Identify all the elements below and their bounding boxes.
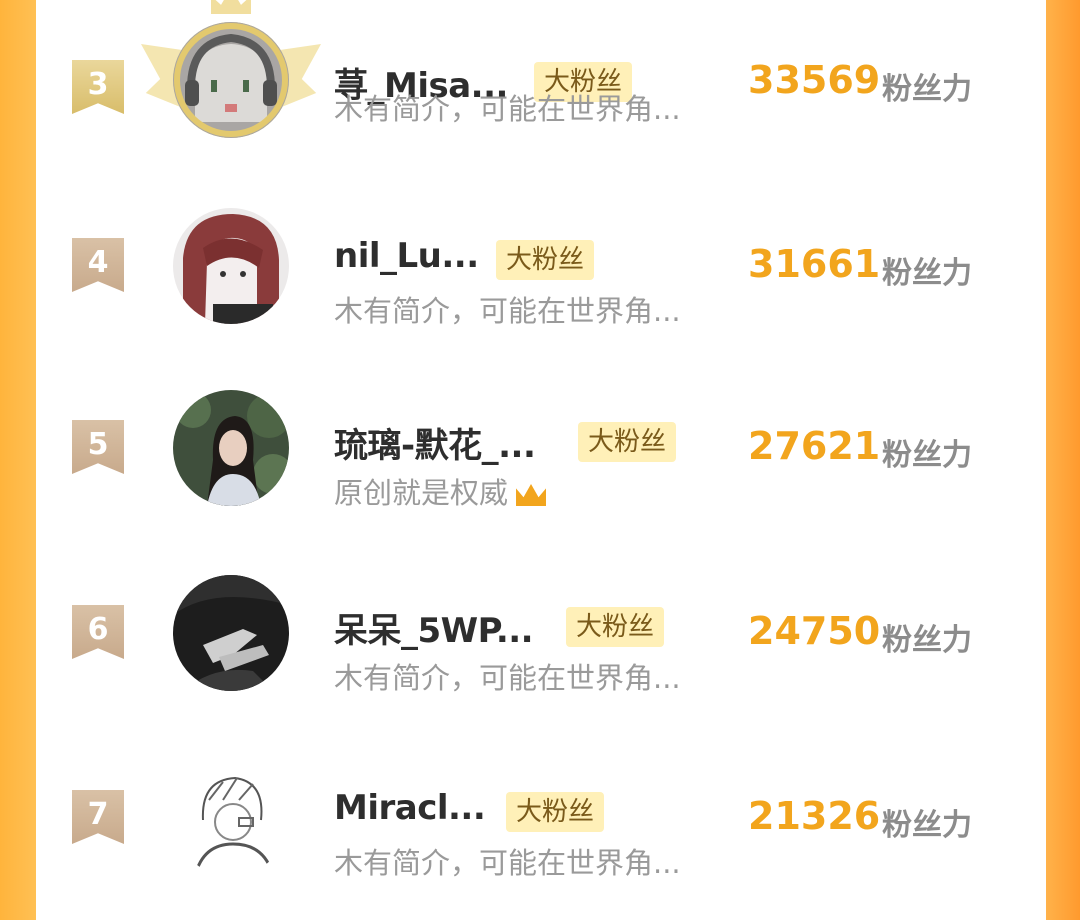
leaderboard-row[interactable]: 7 Miracl... 大粉丝 木有简介，可能在世界角... 21326 粉丝力 <box>36 760 1046 920</box>
crown-decoration-icon <box>211 0 251 14</box>
girl-forest-photo-avatar-icon <box>173 390 289 506</box>
user-bio: 原创就是权威 <box>334 476 509 510</box>
avatar <box>173 208 289 324</box>
fan-power-unit: 粉丝力 <box>882 438 972 473</box>
avatar-wrap[interactable] <box>173 760 289 876</box>
fan-power-unit: 粉丝力 <box>882 808 972 843</box>
user-bio: 木有简介，可能在世界角... <box>334 92 681 126</box>
leaderboard-row[interactable]: 6 呆呆_5WP... 大粉丝 木有简介，可能在世界角... 24750 粉丝力 <box>36 575 1046 735</box>
big-fan-badge: 大粉丝 <box>506 792 605 832</box>
rank-ribbon: 3 <box>72 60 124 114</box>
user-bio: 木有简介，可能在世界角... <box>334 294 681 328</box>
fan-power-score: 31661 <box>748 242 881 286</box>
rank-ribbon: 7 <box>72 790 124 844</box>
avatar-wrap[interactable] <box>173 575 289 691</box>
fan-power-unit: 粉丝力 <box>882 256 972 291</box>
user-bio-container: 原创就是权威 <box>334 470 547 512</box>
gray-cat-headphones-avatar-icon <box>173 22 289 138</box>
big-fan-badge: 大粉丝 <box>496 240 595 280</box>
fan-power-unit: 粉丝力 <box>882 72 972 107</box>
dark-hands-photo-avatar-icon <box>173 575 289 691</box>
rank-ribbon: 6 <box>72 605 124 659</box>
avatar <box>173 760 289 876</box>
user-name[interactable]: Miracl... <box>334 788 486 828</box>
crown-emoji-icon <box>516 484 547 506</box>
avatar <box>173 390 289 506</box>
rank-ribbon: 5 <box>72 420 124 474</box>
sketch-boy-avatar-icon <box>173 760 289 876</box>
big-fan-badge: 大粉丝 <box>578 422 677 462</box>
user-name[interactable]: 琉璃-默花_... <box>334 418 536 467</box>
avatar-wrap[interactable] <box>173 208 289 324</box>
leaderboard-row[interactable]: 5 琉璃-默花_... 大粉丝 原创就是权威 27621 粉丝力 <box>36 390 1046 550</box>
user-name[interactable]: nil_Lu... <box>334 236 479 276</box>
fan-power-score: 24750 <box>748 609 881 653</box>
leaderboard-row[interactable]: 3 荨_Misa... 大粉丝 木有简介，可能在世界角... 33569 粉丝力 <box>36 0 1046 190</box>
fan-power-score: 33569 <box>748 58 881 102</box>
fan-power-unit: 粉丝力 <box>882 623 972 658</box>
fan-power-score: 21326 <box>748 794 881 838</box>
avatar-wrap[interactable] <box>173 390 289 506</box>
leaderboard-row[interactable]: 4 nil_Lu... 大粉丝 木有简介，可能在世界角... 31661 粉丝力 <box>36 208 1046 368</box>
rank-ribbon: 4 <box>72 238 124 292</box>
user-bio: 木有简介，可能在世界角... <box>334 661 681 695</box>
fan-power-score: 27621 <box>748 424 881 468</box>
avatar-with-gold-frame[interactable] <box>141 0 321 138</box>
leaderboard-panel: 3 荨_Misa... 大粉丝 木有简介，可能在世界角... 33569 粉丝力… <box>36 0 1046 880</box>
user-bio: 木有简介，可能在世界角... <box>334 846 681 880</box>
red-hair-girl-avatar-icon <box>173 208 289 324</box>
user-name[interactable]: 呆呆_5WP... <box>334 603 534 652</box>
big-fan-badge: 大粉丝 <box>566 607 665 647</box>
avatar <box>173 575 289 691</box>
avatar <box>173 22 289 138</box>
